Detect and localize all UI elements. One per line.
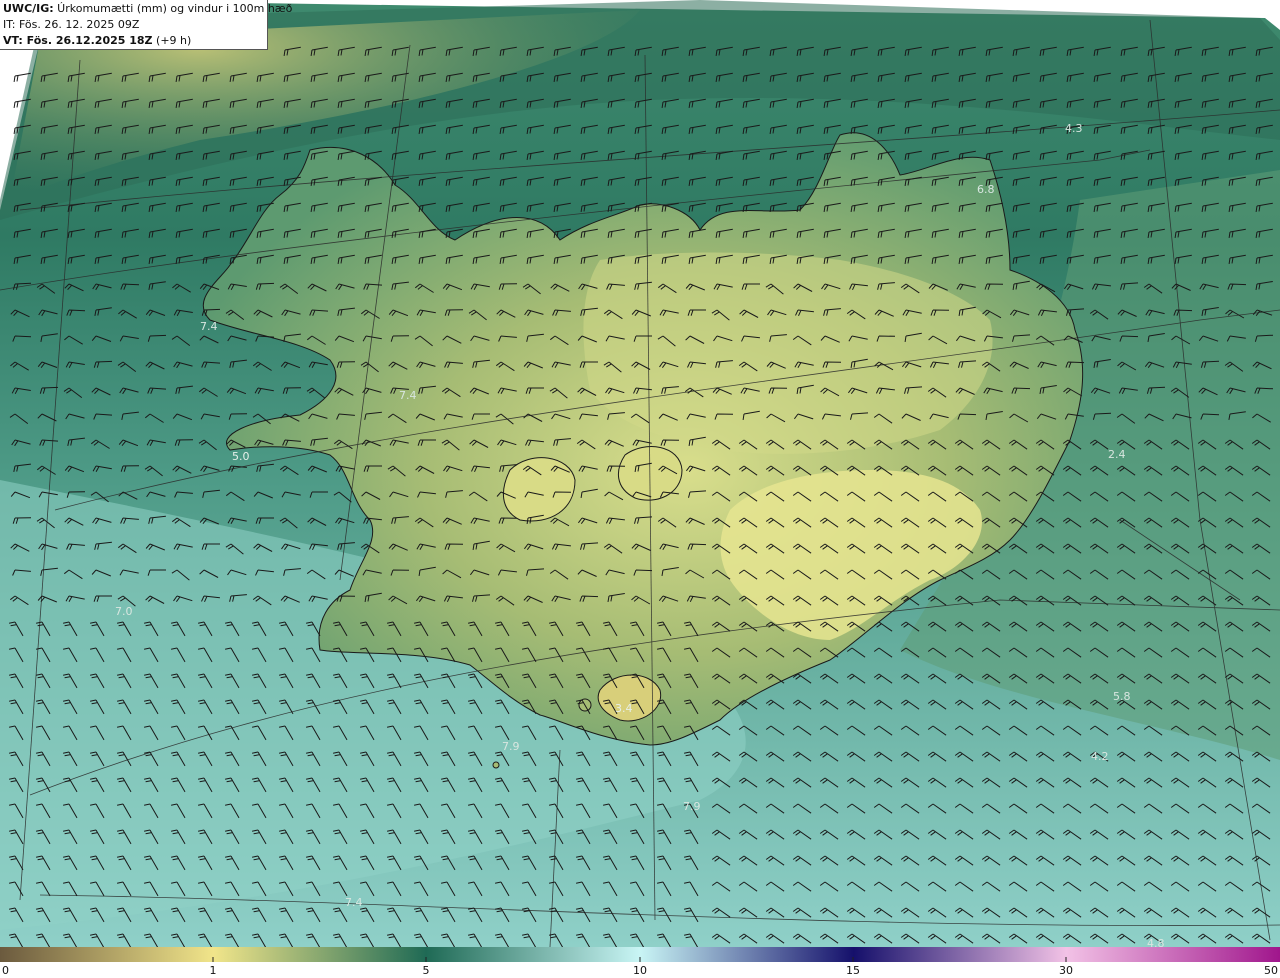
colorbar-tick: 0: [2, 964, 9, 977]
colorbar-tick: 15: [846, 964, 860, 977]
colorbar-tick: 50: [1264, 964, 1278, 977]
value-label: 3.4: [615, 702, 633, 715]
model-label: UWC/IG:: [3, 2, 54, 15]
title-row: UWC/IG: Úrkomumætti (mm) og vindur i 100…: [3, 1, 292, 17]
value-label: 4.3: [1065, 122, 1083, 135]
value-label: 2.4: [1108, 448, 1126, 461]
colorbar-ticks: 0 1 5 10 15 30 50: [0, 962, 1280, 978]
value-label: 6.8: [977, 183, 995, 196]
map-canvas: 4.3 6.8 7.4 7.4 5.0 7.0 3.4 7.9 7.9 7.4 …: [0, 0, 1280, 947]
value-label: 7.4: [345, 896, 363, 909]
small-island: [492, 761, 500, 769]
valid-offset: (+9 h): [152, 34, 192, 47]
colorbar-tick: 10: [633, 964, 647, 977]
value-label: 7.9: [502, 740, 520, 753]
map-title: Úrkomumætti (mm) og vindur i 100m hæð: [53, 2, 293, 15]
colorbar-tick: 30: [1059, 964, 1073, 977]
valid-time: VT: Fös. 26.12.2025 18Z: [3, 34, 153, 47]
value-label: 7.4: [399, 389, 417, 402]
valid-time-row: VT: Fös. 26.12.2025 18Z (+9 h): [3, 33, 264, 49]
value-label: 4.8: [1147, 937, 1165, 947]
forecast-map: 4.3 6.8 7.4 7.4 5.0 7.0 3.4 7.9 7.9 7.4 …: [0, 0, 1280, 978]
value-label: 7.0: [115, 605, 133, 618]
colorbar-tick: 5: [422, 964, 430, 977]
init-time: IT: Fös. 26. 12. 2025 09Z: [3, 18, 140, 31]
value-label: 4.2: [1091, 750, 1109, 763]
colorbar-gradient: [0, 947, 1280, 963]
colorbar: [0, 947, 1280, 963]
colorbar-tick: 1: [209, 964, 217, 977]
value-label: 5.0: [232, 450, 250, 463]
value-label: 5.8: [1113, 690, 1131, 703]
value-label: 7.4: [200, 320, 218, 333]
map-header: UWC/IG: Úrkomumætti (mm) og vindur i 100…: [0, 0, 292, 50]
value-label: 7.9: [683, 800, 701, 813]
